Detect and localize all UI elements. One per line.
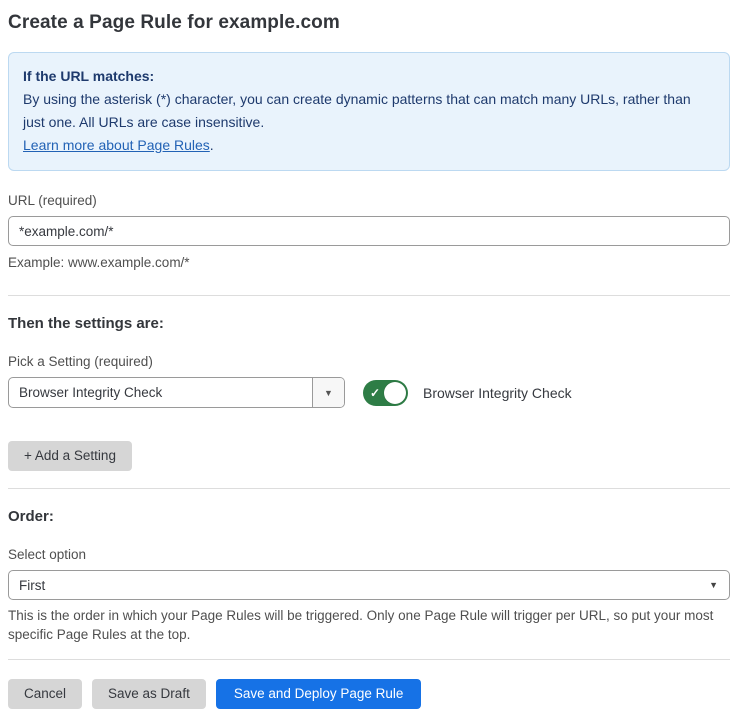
setting-row: Browser Integrity Check ▼ ✓ Browser Inte… (8, 377, 730, 408)
save-as-draft-button[interactable]: Save as Draft (92, 679, 206, 709)
page-title: Create a Page Rule for example.com (8, 12, 730, 34)
divider (8, 488, 730, 489)
info-box-body: By using the asterisk (*) character, you… (23, 88, 715, 134)
order-section-heading: Order: (8, 508, 730, 525)
toggle-knob (384, 382, 406, 404)
cancel-button[interactable]: Cancel (8, 679, 82, 709)
browser-integrity-toggle[interactable]: ✓ (363, 380, 408, 406)
info-box-link-line: Learn more about Page Rules. (23, 134, 715, 157)
footer-buttons: Cancel Save as Draft Save and Deploy Pag… (8, 679, 730, 709)
url-input[interactable] (8, 216, 730, 246)
order-select-label: Select option (8, 547, 730, 562)
add-setting-button[interactable]: + Add a Setting (8, 441, 132, 471)
order-select[interactable]: First ▼ (8, 570, 730, 600)
setting-select-value: Browser Integrity Check (9, 378, 312, 407)
setting-select[interactable]: Browser Integrity Check ▼ (8, 377, 345, 408)
check-icon: ✓ (370, 387, 380, 399)
caret-down-icon: ▼ (324, 388, 333, 398)
order-select-value: First (19, 578, 45, 593)
order-helper-text: This is the order in which your Page Rul… (8, 606, 730, 644)
settings-section-heading: Then the settings are: (8, 315, 730, 332)
url-match-info-box: If the URL matches: By using the asteris… (8, 52, 730, 171)
toggle-label: Browser Integrity Check (423, 385, 572, 401)
setting-picker-label: Pick a Setting (required) (8, 354, 730, 369)
save-and-deploy-button[interactable]: Save and Deploy Page Rule (216, 679, 422, 709)
caret-down-icon: ▼ (709, 580, 718, 590)
link-period: . (210, 137, 214, 153)
learn-more-link[interactable]: Learn more about Page Rules (23, 137, 210, 153)
page-rule-form: Create a Page Rule for example.com If th… (0, 0, 750, 709)
url-field-label: URL (required) (8, 193, 730, 208)
url-example-text: Example: www.example.com/* (8, 253, 730, 272)
divider (8, 295, 730, 296)
info-box-heading: If the URL matches: (23, 65, 715, 88)
divider (8, 659, 730, 660)
setting-select-arrow-button[interactable]: ▼ (312, 378, 344, 407)
